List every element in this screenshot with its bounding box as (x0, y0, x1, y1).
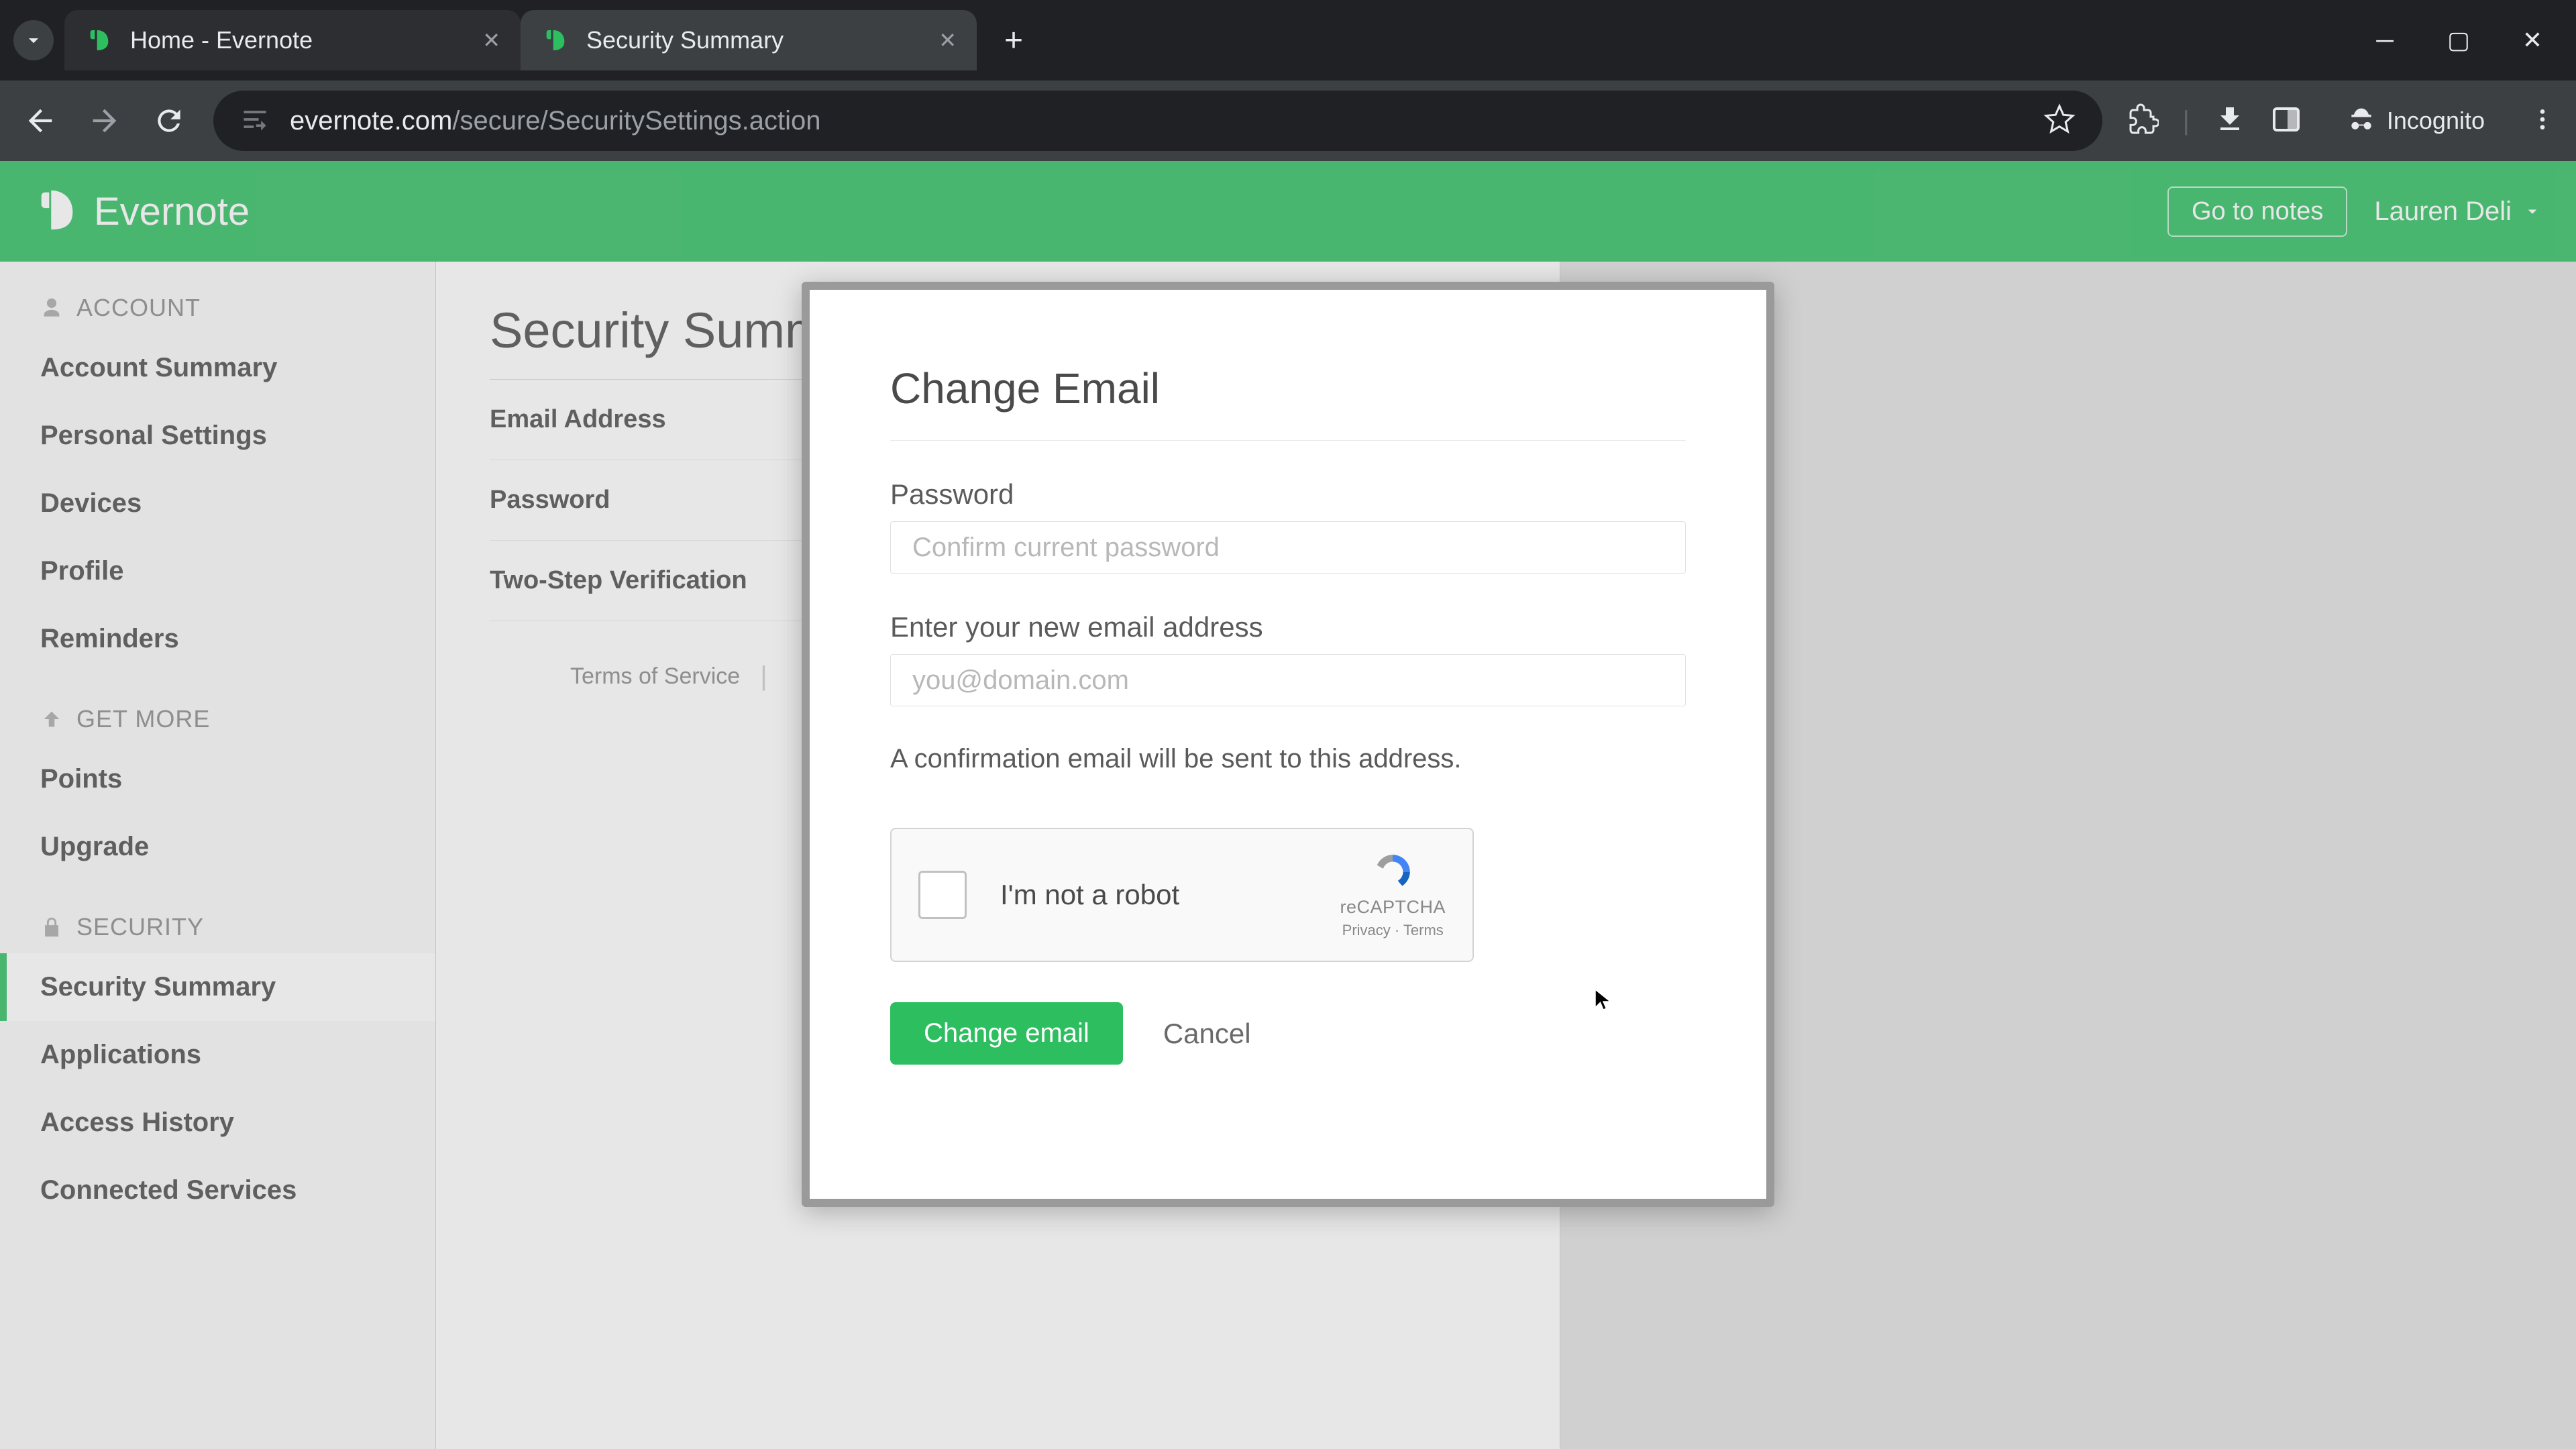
browser-tab-security[interactable]: Security Summary ✕ (521, 10, 977, 70)
bookmark-star-icon[interactable] (2043, 103, 2076, 139)
browser-menu-icon[interactable] (2529, 106, 2556, 136)
cancel-button[interactable]: Cancel (1163, 1018, 1251, 1050)
back-button[interactable] (20, 101, 60, 141)
evernote-favicon-icon (85, 25, 114, 55)
close-icon[interactable]: ✕ (938, 28, 957, 53)
password-label: Password (890, 478, 1686, 511)
arrow-left-icon (23, 103, 58, 138)
divider: | (2183, 106, 2190, 136)
reload-button[interactable] (149, 101, 189, 141)
modal-overlay[interactable]: Change Email Password Enter your new ema… (0, 161, 2576, 1449)
recaptcha-badge: reCAPTCHA Privacy · Terms (1340, 851, 1446, 939)
page-content: Evernote Go to notes Lauren Deli ACCOUNT… (0, 161, 2576, 1449)
change-email-modal: Change Email Password Enter your new ema… (802, 282, 1774, 1207)
address-bar: evernote.com/secure/SecuritySettings.act… (0, 80, 2576, 161)
recaptcha-icon (1366, 851, 1419, 893)
confirmation-note: A confirmation email will be sent to thi… (890, 744, 1686, 774)
reload-icon (152, 104, 186, 138)
recaptcha-widget: I'm not a robot reCAPTCHA Privacy · Term… (890, 828, 1474, 962)
evernote-favicon-icon (541, 25, 570, 55)
close-window-icon[interactable]: ✕ (2516, 26, 2549, 54)
url-text: evernote.com/secure/SecuritySettings.act… (290, 106, 821, 136)
new-tab-button[interactable]: + (990, 17, 1037, 64)
maximize-icon[interactable]: ▢ (2442, 26, 2475, 54)
chevron-down-icon (22, 29, 45, 52)
recaptcha-checkbox[interactable] (918, 871, 967, 919)
tab-title: Security Summary (586, 26, 925, 54)
incognito-badge[interactable]: Incognito (2326, 98, 2505, 144)
change-email-button[interactable]: Change email (890, 1002, 1123, 1065)
tab-search-dropdown[interactable] (13, 20, 54, 60)
new-email-label: Enter your new email address (890, 611, 1686, 643)
close-icon[interactable]: ✕ (482, 28, 500, 53)
side-panel-icon[interactable] (2270, 103, 2302, 139)
browser-tab-home[interactable]: Home - Evernote ✕ (64, 10, 521, 70)
recaptcha-label: I'm not a robot (1000, 879, 1340, 911)
browser-tab-bar: Home - Evernote ✕ Security Summary ✕ + ─… (0, 0, 2576, 80)
incognito-label: Incognito (2387, 107, 2485, 135)
site-settings-icon[interactable] (240, 105, 270, 138)
new-email-input[interactable] (890, 654, 1686, 706)
extensions-icon[interactable] (2127, 103, 2159, 139)
incognito-icon (2347, 106, 2376, 136)
url-field[interactable]: evernote.com/secure/SecuritySettings.act… (213, 91, 2102, 151)
password-input[interactable] (890, 521, 1686, 574)
forward-button[interactable] (85, 101, 125, 141)
minimize-icon[interactable]: ─ (2368, 26, 2402, 54)
modal-title: Change Email (890, 364, 1686, 441)
downloads-icon[interactable] (2214, 103, 2246, 139)
arrow-right-icon (87, 103, 122, 138)
tab-title: Home - Evernote (130, 26, 469, 54)
